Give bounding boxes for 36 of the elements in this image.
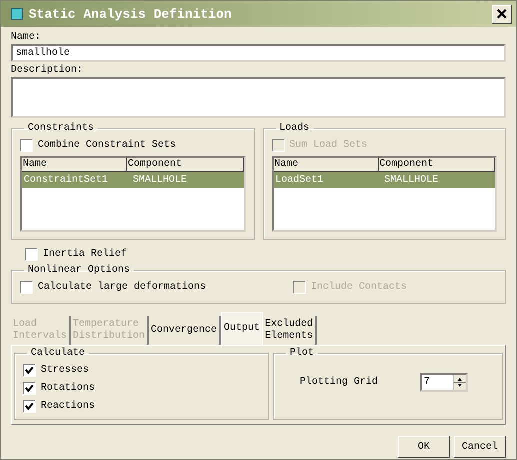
checkbox[interactable] xyxy=(23,400,36,412)
checkbox[interactable] xyxy=(20,280,33,294)
window-title: Static Analysis Definition xyxy=(29,6,233,22)
dialog-button[interactable]: Cancel xyxy=(454,436,506,458)
checkbox-label: Inertia Relief xyxy=(43,248,128,260)
checkbox[interactable] xyxy=(23,382,36,394)
plotting-grid-spinner[interactable]: 7 xyxy=(420,373,468,392)
checkbox[interactable] xyxy=(20,138,33,152)
group-title: Calculate xyxy=(30,348,86,359)
checkbox-label: Rotations xyxy=(41,382,96,394)
group-title: Constraints xyxy=(27,123,96,134)
tab[interactable]: Output xyxy=(221,312,264,345)
checkbox[interactable] xyxy=(23,364,36,376)
checkbox-label: Combine Constraint Sets xyxy=(38,140,176,150)
close-button[interactable] xyxy=(492,4,512,24)
checkbox-label: Reactions xyxy=(41,400,96,412)
name-field[interactable]: smallhole xyxy=(11,44,506,62)
checkbox-label: Include Contacts xyxy=(310,282,407,292)
group-title: Loads xyxy=(278,123,311,134)
checkbox-label: Sum Load Sets xyxy=(290,140,368,150)
checkbox[interactable] xyxy=(25,248,38,260)
sets-list[interactable]: Name Component ConstraintSet1 SMALLHOLE xyxy=(20,156,246,232)
field-label: Plotting Grid xyxy=(300,377,380,388)
tab[interactable]: Convergence xyxy=(149,316,222,345)
description-field[interactable] xyxy=(11,77,506,118)
dialog-button[interactable]: OK xyxy=(398,436,450,458)
field-label: Name: xyxy=(11,31,42,44)
sets-list[interactable]: Name Component LoadSet1 SMALLHOLE xyxy=(272,156,497,232)
close-icon xyxy=(497,9,507,19)
window-icon xyxy=(11,8,23,20)
field-label: Description: xyxy=(11,64,84,77)
checkbox-label: Stresses xyxy=(41,364,90,376)
group-title: Plot xyxy=(289,348,316,359)
checkbox-label: Calculate large deformations xyxy=(38,282,206,292)
tab[interactable]: Excluded Elements xyxy=(263,316,318,345)
group-title: Nonlinear Options xyxy=(27,265,132,276)
